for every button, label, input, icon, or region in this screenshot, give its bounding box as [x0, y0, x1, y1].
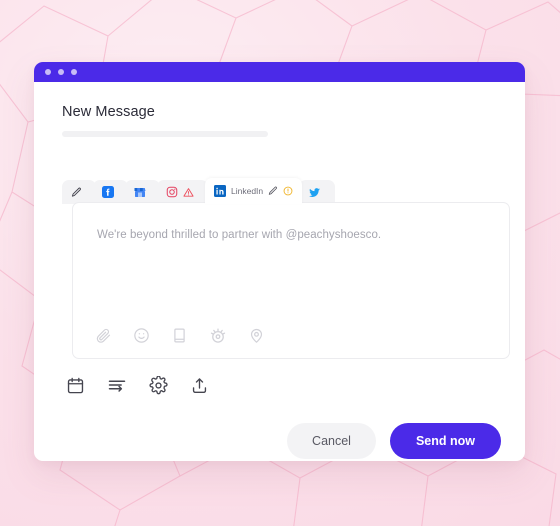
- compose-box[interactable]: We're beyond thrilled to partner with @p…: [72, 202, 510, 359]
- tab-linkedin[interactable]: LinkedIn: [205, 178, 303, 204]
- tab-edit[interactable]: [62, 180, 96, 204]
- location-pin-icon[interactable]: [248, 327, 265, 344]
- google-business-icon: [134, 186, 146, 198]
- channel-tab-strip: LinkedIn: [62, 178, 336, 204]
- instagram-icon: [166, 186, 178, 198]
- upload-icon[interactable]: [190, 376, 209, 395]
- pencil-icon[interactable]: [268, 186, 278, 196]
- gear-icon[interactable]: [149, 375, 168, 395]
- compose-message-text[interactable]: We're beyond thrilled to partner with @p…: [97, 229, 381, 241]
- warning-triangle-icon: [183, 187, 194, 198]
- window-dot-maximize[interactable]: [71, 69, 77, 75]
- window-dot-minimize[interactable]: [58, 69, 64, 75]
- compose-toolbar: [95, 326, 265, 344]
- cancel-button[interactable]: Cancel: [287, 423, 376, 459]
- page-title: New Message: [62, 104, 155, 120]
- window-dot-close[interactable]: [45, 69, 51, 75]
- pencil-icon: [71, 187, 82, 198]
- window-card: New Message LinkedIn We're beyond thrill…: [34, 62, 525, 461]
- tab-facebook[interactable]: [93, 180, 128, 204]
- smiley-icon[interactable]: [133, 327, 150, 344]
- image-icon[interactable]: [171, 327, 188, 344]
- twitter-icon: [308, 186, 321, 199]
- footer-button-group: Cancel Send now: [287, 423, 501, 459]
- tab-instagram[interactable]: [157, 180, 208, 204]
- card-body: New Message LinkedIn We're beyond thrill…: [34, 82, 525, 461]
- tab-linkedin-label: LinkedIn: [231, 186, 264, 196]
- linkedin-icon: [214, 185, 226, 197]
- queue-arrow-icon[interactable]: [107, 375, 127, 395]
- calendar-icon[interactable]: [66, 376, 85, 395]
- tab-google-business[interactable]: [125, 180, 160, 204]
- tab-twitter[interactable]: [299, 180, 336, 204]
- window-title-bar: [34, 62, 525, 82]
- warning-circle-icon: [283, 186, 293, 196]
- send-now-button[interactable]: Send now: [389, 423, 501, 459]
- eye-icon[interactable]: [209, 326, 227, 344]
- title-placeholder-bar: [62, 131, 268, 137]
- facebook-icon: [102, 186, 114, 198]
- paperclip-icon[interactable]: [95, 327, 112, 344]
- screenshot-root: New Message LinkedIn We're beyond thrill…: [0, 0, 560, 526]
- action-icon-row: [66, 375, 209, 395]
